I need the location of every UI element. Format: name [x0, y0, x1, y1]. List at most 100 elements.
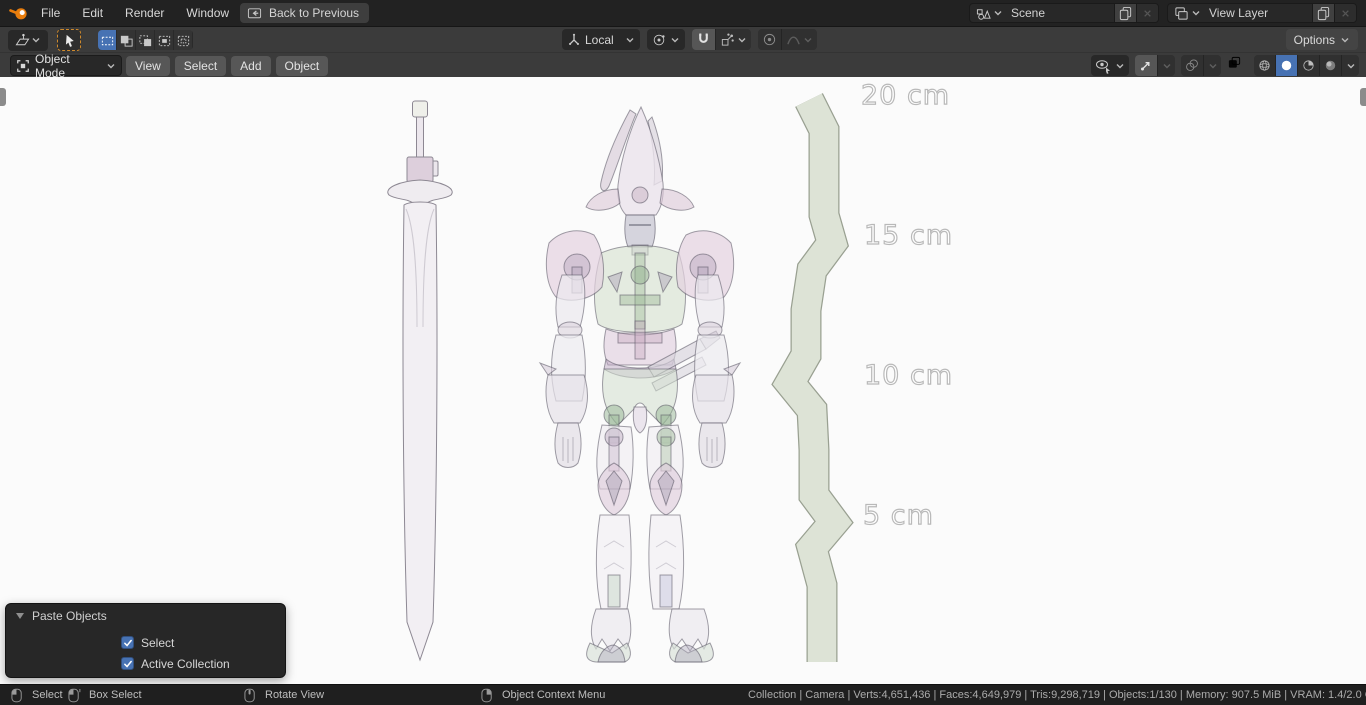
select-mode-subtract[interactable]	[136, 30, 155, 50]
chevron-down-icon	[670, 35, 680, 45]
menu-edit[interactable]: Edit	[71, 0, 114, 26]
view-layer-selector[interactable]: View Layer	[1167, 3, 1357, 23]
overlays-dropdown	[1204, 55, 1221, 76]
shading-solid-button[interactable]	[1276, 55, 1298, 76]
shading-dropdown[interactable]	[1342, 55, 1359, 76]
transform-orientation-dropdown[interactable]: Local	[562, 29, 640, 50]
ruler-label-15cm[interactable]: 15 cm	[864, 220, 953, 251]
object-visibility-dropdown[interactable]	[1091, 55, 1129, 76]
active-collection-checkbox-label: Active Collection	[141, 657, 230, 671]
gizmos-toggle[interactable]	[1135, 55, 1158, 76]
pivot-point-dropdown[interactable]	[647, 29, 685, 50]
editor-type-dropdown[interactable]	[8, 30, 48, 51]
chevron-down-icon	[803, 35, 813, 45]
select-mode-extend[interactable]	[117, 30, 136, 50]
active-collection-checkbox[interactable]	[121, 657, 134, 670]
gizmos-group	[1135, 55, 1175, 76]
3d-viewport[interactable]: 20 cm 15 cm 10 cm 5 cm Paste Objects Sel…	[0, 77, 1366, 684]
viewport-header: Object Mode View Select Add Object	[0, 52, 1366, 77]
viewport-editor-icon	[15, 33, 30, 48]
ruler-label-10cm[interactable]: 10 cm	[864, 360, 953, 391]
cursor-icon	[62, 33, 77, 48]
overlays-group	[1181, 55, 1221, 76]
select-mode-intersect[interactable]	[174, 30, 193, 50]
shading-material-button[interactable]	[1298, 55, 1320, 76]
character-model[interactable]	[540, 107, 740, 662]
hint-box-select-label: Box Select	[89, 689, 142, 701]
chevron-down-icon	[625, 35, 635, 45]
shading-rendered-button[interactable]	[1320, 55, 1342, 76]
scene-selector[interactable]: Scene	[969, 3, 1159, 23]
options-dropdown[interactable]: Options	[1286, 29, 1358, 50]
snap-increment-icon	[720, 32, 735, 47]
select-checkbox[interactable]	[121, 636, 134, 649]
falloff-curve-icon	[786, 32, 801, 47]
view-layer-remove-button	[1334, 4, 1356, 22]
menu-view[interactable]: View	[126, 56, 170, 76]
shading-group	[1254, 55, 1359, 76]
select-mode-group	[98, 30, 193, 50]
hint-box-select: Box Select	[68, 685, 142, 705]
chevron-down-icon	[1340, 35, 1350, 45]
middle-mouse-icon	[244, 688, 257, 703]
hint-select-label: Select	[32, 689, 63, 701]
operator-panel-header[interactable]: Paste Objects	[6, 604, 285, 628]
snap-toggle-button[interactable]	[692, 29, 716, 50]
menu-select[interactable]: Select	[175, 56, 226, 76]
option-row-select: Select	[121, 632, 285, 653]
ruler-label-20cm[interactable]: 20 cm	[861, 80, 950, 111]
menu-object[interactable]: Object	[276, 56, 329, 76]
xray-toggle[interactable]	[1227, 55, 1248, 76]
back-to-previous-label: Back to Previous	[269, 6, 359, 20]
shading-wireframe-button[interactable]	[1254, 55, 1276, 76]
snap-settings-dropdown[interactable]	[716, 29, 751, 50]
operator-panel-title: Paste Objects	[32, 609, 107, 623]
tool-header: Local Options	[0, 26, 1366, 52]
proportional-editing-toggle[interactable]	[758, 29, 782, 50]
chevron-down-icon	[993, 8, 1003, 18]
hint-context-menu: Object Context Menu	[481, 685, 605, 705]
menu-render[interactable]: Render	[114, 0, 175, 26]
active-tool-select-box[interactable]	[57, 29, 81, 51]
option-row-active-collection: Active Collection	[121, 653, 285, 674]
menu-window[interactable]: Window	[175, 0, 240, 26]
scene-new-button[interactable]	[1114, 4, 1136, 22]
chevron-down-icon	[1191, 8, 1201, 18]
collapse-triangle-icon	[16, 613, 24, 619]
mode-dropdown[interactable]: Object Mode	[10, 55, 122, 76]
hint-rotate-view-label: Rotate View	[265, 689, 324, 701]
scene-icon	[976, 6, 991, 21]
orientation-value: Local	[585, 33, 621, 47]
view-layer-browse-button[interactable]	[1168, 4, 1205, 22]
scene-statistics: Collection | Camera | Verts:4,651,436 | …	[748, 685, 1366, 705]
hint-select: Select	[11, 685, 63, 705]
ruler-label-5cm[interactable]: 5 cm	[863, 500, 934, 531]
status-bar: Select Box Select Rotate View Object Con…	[0, 684, 1366, 705]
overlays-toggle[interactable]	[1181, 55, 1204, 76]
scene-canvas	[0, 77, 1366, 684]
menu-file[interactable]: File	[30, 0, 71, 26]
operator-panel-paste-objects: Paste Objects Select Active Collection	[5, 603, 286, 678]
back-to-previous-button[interactable]: Back to Previous	[240, 3, 369, 23]
view-layer-icon	[1174, 6, 1189, 21]
hint-rotate-view: Rotate View	[244, 685, 324, 705]
mode-value: Object Mode	[35, 52, 101, 80]
hint-context-menu-label: Object Context Menu	[502, 689, 605, 701]
chevron-down-icon	[1115, 61, 1125, 71]
select-checkbox-label: Select	[141, 636, 174, 650]
options-label: Options	[1294, 33, 1335, 47]
scene-name[interactable]: Scene	[1007, 6, 1114, 20]
proportional-falloff-dropdown	[782, 29, 817, 50]
back-icon	[247, 6, 262, 21]
menu-add[interactable]: Add	[231, 56, 270, 76]
pivot-icon	[652, 33, 666, 47]
snapping-group	[692, 29, 751, 50]
blender-logo-icon[interactable]	[8, 5, 30, 21]
view-layer-name[interactable]: View Layer	[1205, 6, 1312, 20]
sword-object[interactable]	[388, 101, 452, 660]
view-layer-new-button[interactable]	[1312, 4, 1334, 22]
select-mode-set[interactable]	[98, 30, 117, 50]
scene-browse-button[interactable]	[970, 4, 1007, 22]
scale-ruler-object[interactable]	[790, 100, 834, 662]
select-mode-invert[interactable]	[155, 30, 174, 50]
